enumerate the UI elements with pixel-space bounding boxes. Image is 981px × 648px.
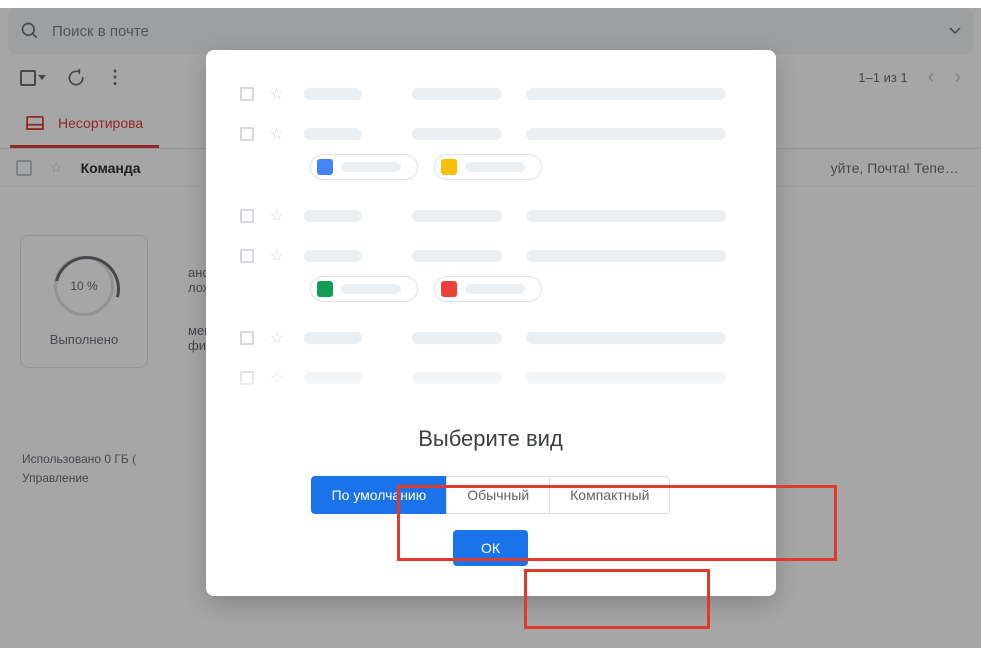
density-default-button[interactable]: По умолчанию <box>311 476 447 514</box>
preview-row: ☆ <box>240 74 742 114</box>
docs-icon <box>317 159 333 175</box>
preview-row: ☆ <box>240 114 742 154</box>
preview-attachments <box>310 154 742 180</box>
preview-row: ☆ <box>240 236 742 276</box>
checkbox-icon <box>240 209 254 223</box>
ok-button[interactable]: ОК <box>453 530 528 566</box>
star-icon: ☆ <box>270 328 284 348</box>
density-preview: ☆ ☆ ☆ <box>222 50 760 420</box>
density-dialog: ☆ ☆ ☆ <box>206 50 776 596</box>
attachment-chip <box>310 276 418 302</box>
attachment-chip <box>434 154 542 180</box>
checkbox-icon <box>240 127 254 141</box>
star-icon: ☆ <box>270 368 284 388</box>
attachment-chip <box>310 154 418 180</box>
image-icon <box>441 281 457 297</box>
density-compact-button[interactable]: Компактный <box>550 476 670 514</box>
sheets-icon <box>317 281 333 297</box>
density-options: По умолчанию Обычный Компактный <box>206 476 776 514</box>
slides-icon <box>441 159 457 175</box>
star-icon: ☆ <box>270 206 284 226</box>
checkbox-icon <box>240 249 254 263</box>
modal-overlay: ☆ ☆ ☆ <box>0 8 981 648</box>
dialog-title: Выберите вид <box>206 426 776 452</box>
preview-row: ☆ <box>240 196 742 236</box>
density-normal-button[interactable]: Обычный <box>446 476 550 514</box>
star-icon: ☆ <box>270 124 284 144</box>
checkbox-icon <box>240 87 254 101</box>
star-icon: ☆ <box>270 84 284 104</box>
star-icon: ☆ <box>270 246 284 266</box>
attachment-chip <box>434 276 542 302</box>
preview-row: ☆ <box>240 358 742 398</box>
preview-attachments <box>310 276 742 302</box>
checkbox-icon <box>240 371 254 385</box>
checkbox-icon <box>240 331 254 345</box>
preview-row: ☆ <box>240 318 742 358</box>
